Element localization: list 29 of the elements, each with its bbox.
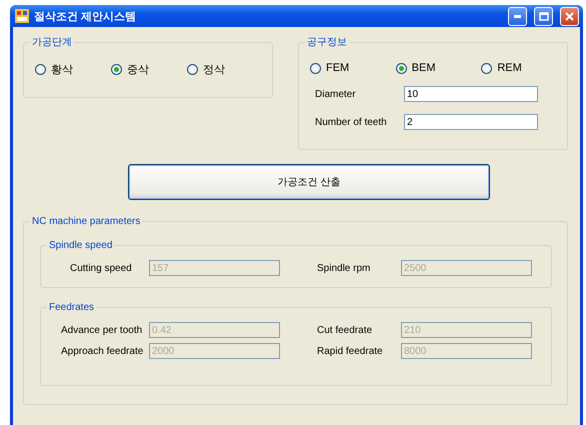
radio-button[interactable]: REM [481, 62, 568, 74]
field-label: Number of teeth [315, 116, 388, 128]
radio-button[interactable]: FEM [310, 62, 396, 74]
group-title: Spindle speed [47, 239, 114, 252]
field-label: Spindle rpm [317, 262, 372, 274]
text-field[interactable]: 2 [404, 114, 538, 130]
window-title: 절삭조건 제안시스템 [34, 10, 138, 24]
maximize-icon [538, 12, 548, 20]
maximize-button[interactable] [534, 6, 553, 26]
minimize-icon [514, 14, 521, 18]
field-label: Approach feedrate [61, 346, 144, 356]
text-field[interactable]: 10 [404, 86, 538, 102]
group-title: NC machine parameters [30, 215, 142, 228]
field-label: Diameter [315, 88, 357, 100]
radio-button[interactable]: 중삭 [111, 62, 187, 77]
field-label: Cutting speed [70, 262, 133, 274]
field-label: Cut feedrate [317, 324, 374, 336]
field-label: Advance per tooth [61, 324, 144, 336]
app-icon [15, 9, 29, 23]
radio-button[interactable]: 정삭 [187, 62, 263, 77]
close-button[interactable] [560, 6, 579, 26]
radio-button[interactable]: 황삭 [35, 62, 111, 77]
radio-button[interactable]: BEM [396, 62, 482, 74]
close-icon [565, 12, 574, 20]
group-title: 공구정보 [305, 36, 349, 49]
field-label: Rapid feedrate [317, 346, 384, 356]
calculate-button[interactable]: 가공조건 산출 [128, 164, 490, 200]
minimize-button[interactable] [508, 6, 527, 26]
group-title: 가공단계 [30, 36, 74, 49]
